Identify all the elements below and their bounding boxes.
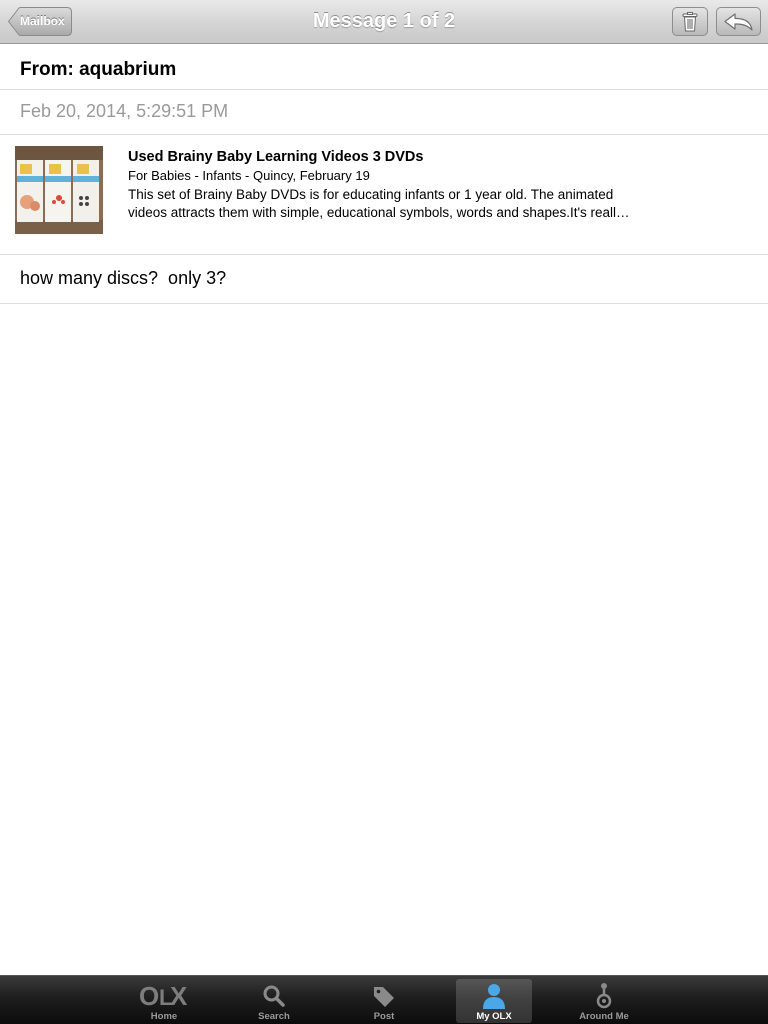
magnifier-icon — [263, 985, 285, 1007]
listing-preview[interactable]: Used Brainy Baby Learning Videos 3 DVDs … — [0, 135, 768, 255]
tab-post[interactable]: Post — [346, 979, 422, 1023]
svg-text:X: X — [170, 981, 188, 1007]
tab-label: Home — [150, 1011, 178, 1022]
tab-bar: O L X Home Search Post My OLX Around Me — [0, 975, 768, 1024]
reply-arrow-icon — [723, 12, 753, 31]
tab-home[interactable]: O L X Home — [126, 979, 202, 1023]
sender-name: From: aquabrium — [20, 59, 177, 80]
person-icon — [483, 984, 505, 1009]
trash-icon — [682, 11, 698, 31]
page-title: Message 1 of 2 — [312, 10, 456, 32]
tab-my-olx[interactable]: My OLX — [456, 979, 532, 1023]
listing-description-line: This set of Brainy Baby DVDs is for educ… — [128, 187, 614, 202]
tab-label: Search — [258, 1011, 290, 1022]
location-icon — [596, 983, 612, 1009]
svg-text:O: O — [139, 981, 159, 1007]
reply-button[interactable] — [716, 7, 761, 36]
tab-around-me[interactable]: Around Me — [566, 979, 642, 1023]
navigation-bar: Mailbox Message 1 of 2 — [0, 0, 768, 44]
listing-description-line: videos attracts them with simple, educat… — [128, 205, 630, 220]
olx-logo-icon: O L X — [139, 981, 188, 1007]
listing-thumbnail[interactable] — [15, 146, 103, 234]
tab-search[interactable]: Search — [236, 979, 312, 1023]
listing-photo — [15, 146, 103, 234]
message-body: how many discs? only 3? — [20, 268, 227, 288]
tag-icon — [374, 987, 394, 1007]
delete-button[interactable] — [672, 7, 708, 36]
tab-label: My OLX — [476, 1011, 512, 1022]
listing-title[interactable]: Used Brainy Baby Learning Videos 3 DVDs — [128, 149, 423, 165]
tab-label: Post — [373, 1011, 395, 1022]
message-body-row: how many discs? only 3? — [0, 255, 768, 304]
message-date: Feb 20, 2014, 5:29:51 PM — [20, 101, 229, 121]
listing-category-location: For Babies - Infants - Quincy, February … — [128, 168, 370, 183]
listing-description: This set of Brainy Baby DVDs is for educ… — [128, 186, 658, 222]
date-row: Feb 20, 2014, 5:29:51 PM — [0, 90, 768, 135]
tab-label: Around Me — [579, 1011, 629, 1022]
sender-row: From: aquabrium — [0, 44, 768, 90]
